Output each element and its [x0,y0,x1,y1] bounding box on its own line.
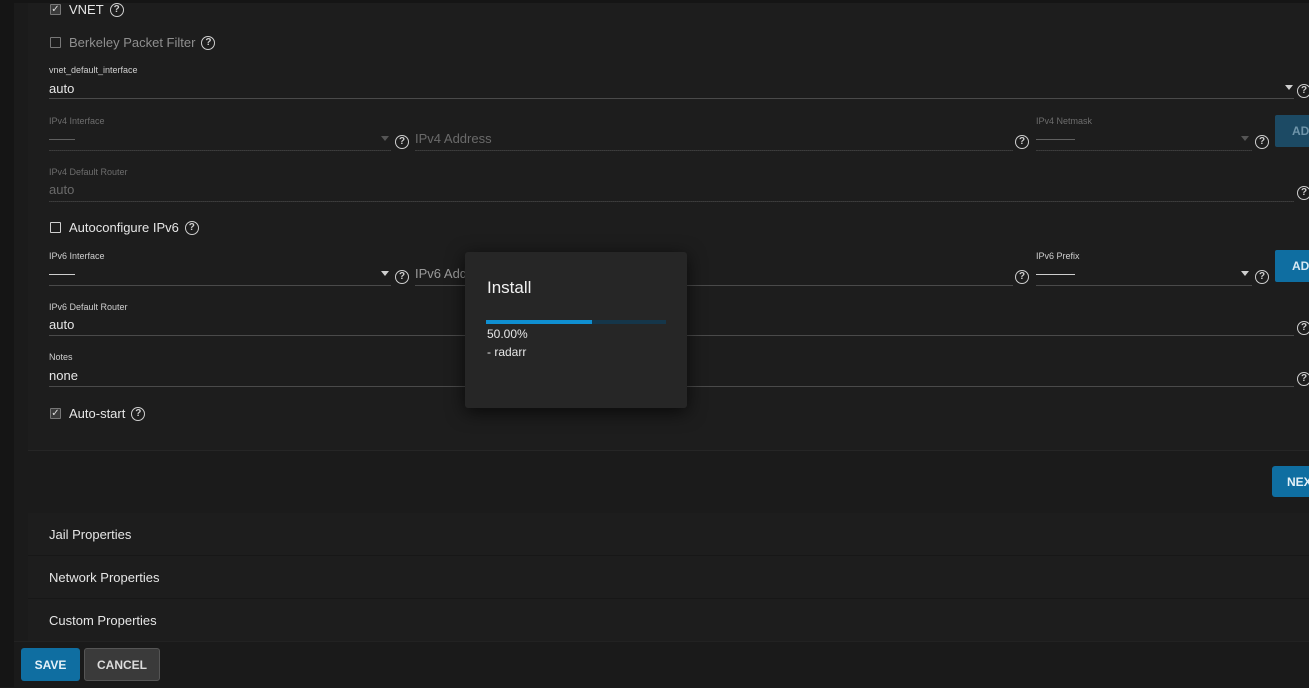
check-icon: ✓ [50,3,61,15]
ipv4-netmask-select[interactable]: ——— [1036,131,1075,146]
ipv6-interface-label: IPv6 Interface [49,251,105,261]
ipv4-interface-select[interactable]: —— [49,131,75,146]
autostart-label: Auto-start [69,406,126,421]
ipv4-netmask-label: IPv4 Netmask [1036,116,1093,126]
save-button[interactable]: SAVE [21,648,80,681]
install-item: - radarr [487,345,527,359]
help-circle-icon[interactable]: ? [1255,132,1269,149]
accordion-label: Network Properties [49,570,160,585]
checkbox-box [50,37,61,48]
install-dialog: Install 50.00% - radarr [465,252,687,408]
next-button[interactable]: NEX [1272,466,1309,497]
caret-down-icon[interactable] [1241,136,1249,141]
caret-down-icon[interactable] [381,271,389,276]
help-circle-icon[interactable]: ? [1297,318,1309,335]
next-button-clip: NEX [1260,460,1309,500]
ipv6-prefix-select[interactable]: ——— [1036,266,1075,281]
vnet-label: VNET [69,2,104,17]
ipv4-add-button[interactable]: AD [1275,115,1309,147]
checkbox-box [50,222,61,233]
ipv6-interface-select[interactable]: —— [49,266,75,281]
help-circle-icon[interactable]: ? [1255,267,1269,284]
field-underline [1036,150,1252,151]
accordion-jail-properties[interactable] [28,513,1309,555]
caret-down-icon[interactable] [1241,271,1249,276]
help-circle-icon[interactable]: ? [395,267,409,284]
bpf-label: Berkeley Packet Filter [69,35,196,50]
ipv6-address-input[interactable]: IPv6 Add [415,266,467,281]
bpf-checkbox[interactable]: Berkeley Packet Filter ? [50,35,216,50]
help-circle-icon[interactable]: ? [201,35,216,50]
ipv6-prefix-label: IPv6 Prefix [1036,251,1080,261]
vnet-checkbox[interactable]: ✓ VNET ? [50,2,124,17]
caret-down-icon[interactable] [1285,85,1293,90]
help-circle-icon[interactable]: ? [184,220,199,235]
field-underline [49,98,1294,99]
left-gutter [0,0,14,687]
accordion-label: Custom Properties [49,613,157,628]
progress-bar-fill [486,320,593,324]
help-circle-icon[interactable]: ? [1015,267,1029,284]
help-circle-icon[interactable]: ? [1297,369,1309,386]
accordion-network-properties[interactable] [28,556,1309,598]
autostart-checkbox[interactable]: ✓ Auto-start ? [50,406,146,421]
help-circle-icon[interactable]: ? [1015,132,1029,149]
ipv6-default-router-label: IPv6 Default Router [49,302,128,312]
notes-input[interactable]: none [49,368,78,383]
vnet-default-interface-label: vnet_default_interface [49,65,138,75]
help-circle-icon[interactable]: ? [395,132,409,149]
progress-percent: 50.00% [487,327,528,341]
progress-bar [486,320,666,324]
ipv4-interface-label: IPv4 Interface [49,116,105,126]
caret-down-icon[interactable] [381,136,389,141]
help-circle-icon[interactable]: ? [109,2,124,17]
autoconfigure-ipv6-checkbox[interactable]: Autoconfigure IPv6 ? [50,220,199,235]
accordion-custom-properties[interactable] [28,599,1309,641]
autoconfigure-ipv6-label: Autoconfigure IPv6 [69,220,179,235]
cancel-button[interactable]: CANCEL [84,648,160,681]
help-circle-icon[interactable]: ? [1297,81,1309,98]
check-icon: ✓ [50,407,61,419]
ipv4-default-router-label: IPv4 Default Router [49,167,128,177]
dialog-title: Install [487,278,532,297]
field-underline [49,201,1294,202]
accordion-label: Jail Properties [49,527,132,542]
panel-top-edge [14,0,1309,3]
help-circle-icon[interactable]: ? [131,406,146,421]
ipv6-default-router-input[interactable]: auto [49,317,74,332]
field-underline [49,150,391,151]
ipv4-address-input[interactable]: IPv4 Address [415,131,492,146]
ipv6-add-button[interactable]: AD [1275,250,1309,282]
ipv4-default-router-input[interactable]: auto [49,182,74,197]
field-underline [1036,285,1252,286]
field-underline [49,285,391,286]
help-circle-icon[interactable]: ? [1297,183,1309,200]
panel-divider [28,450,1309,451]
field-underline [415,150,1013,151]
vnet-default-interface-select[interactable]: auto [49,81,74,96]
footer-bar [14,641,1309,688]
notes-label: Notes [49,352,73,362]
